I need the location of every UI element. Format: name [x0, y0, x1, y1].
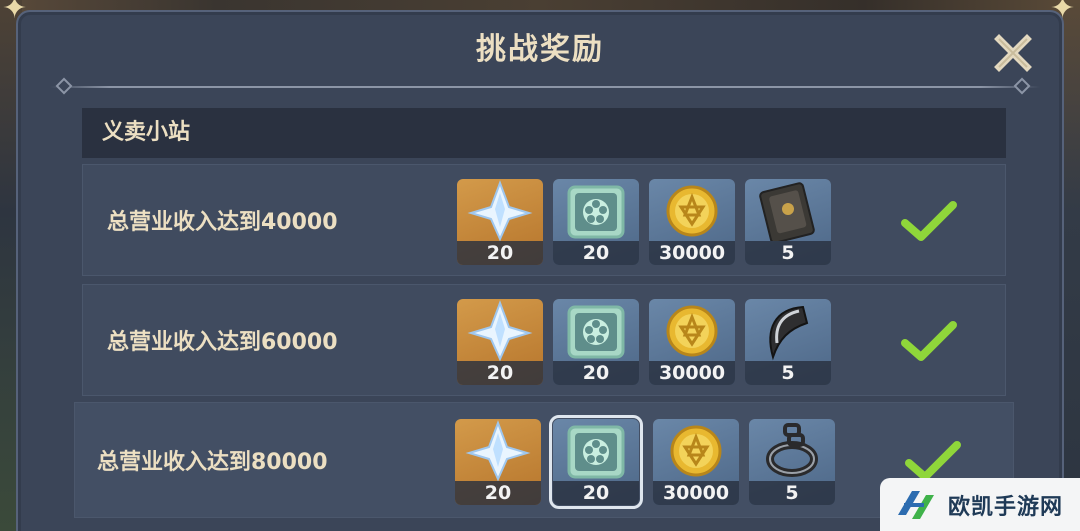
reward-count: 20 — [457, 361, 543, 385]
reward-count: 30000 — [649, 241, 735, 265]
chain-material-icon — [766, 423, 818, 477]
primogem-icon — [465, 420, 531, 481]
reward-item-event-token[interactable]: 20 — [553, 299, 639, 385]
reward-item-mora[interactable]: 30000 — [653, 419, 739, 505]
watermark-logo-icon — [898, 490, 934, 519]
reward-item-book[interactable]: 5 — [745, 179, 831, 265]
reward-count: 20 — [455, 481, 541, 505]
watermark-text: 欧凯手游网 — [948, 494, 1064, 520]
reward-count: 20 — [553, 361, 639, 385]
mora-icon — [666, 185, 718, 237]
event-token-icon — [567, 425, 625, 479]
primogem-icon — [467, 180, 533, 241]
reward-row: 总营业收入达到40000 20 20 30000 5 — [82, 164, 1006, 276]
reward-count: 30000 — [653, 481, 739, 505]
close-button[interactable] — [990, 30, 1036, 76]
mora-icon — [670, 425, 722, 477]
reward-item-mora[interactable]: 30000 — [649, 299, 735, 385]
site-watermark: 欧凯手游网 — [880, 478, 1080, 531]
primogem-icon — [467, 300, 533, 361]
reward-item-primogem[interactable]: 20 — [457, 179, 543, 265]
completed-check-icon — [901, 321, 957, 361]
reward-count: 30000 — [649, 361, 735, 385]
reward-count: 5 — [745, 241, 831, 265]
event-token-icon — [567, 185, 625, 239]
reward-count: 5 — [749, 481, 835, 505]
reward-item-primogem[interactable]: 20 — [455, 419, 541, 505]
reward-count: 20 — [553, 241, 639, 265]
reward-count: 20 — [457, 241, 543, 265]
completed-check-icon — [901, 201, 957, 241]
horn-material-icon — [769, 305, 809, 361]
dialog-title: 挑战奖励 — [476, 32, 604, 67]
reward-count: 20 — [553, 481, 639, 505]
title-divider — [50, 86, 1040, 88]
reward-item-event-token[interactable]: 20 — [553, 179, 639, 265]
mystic-book-icon — [759, 182, 815, 241]
reward-row: 总营业收入达到60000 20 20 30000 5 — [82, 284, 1006, 396]
row-goal-label: 总营业收入达到80000 — [97, 450, 328, 475]
reward-row: 总营业收入达到80000 20 20 30000 5 — [74, 402, 1014, 518]
reward-count: 5 — [745, 361, 831, 385]
reward-item-horn[interactable]: 5 — [745, 299, 831, 385]
row-goal-label: 总营业收入达到40000 — [107, 210, 338, 235]
event-token-icon — [567, 305, 625, 359]
completed-check-icon — [905, 441, 961, 481]
reward-item-chain[interactable]: 5 — [749, 419, 835, 505]
row-goal-label: 总营业收入达到60000 — [107, 330, 338, 355]
reward-item-event-token[interactable]: 20 — [549, 415, 643, 509]
section-header: 义卖小站 — [82, 108, 1006, 158]
reward-item-primogem[interactable]: 20 — [457, 299, 543, 385]
reward-item-mora[interactable]: 30000 — [649, 179, 735, 265]
close-icon — [994, 34, 1032, 72]
mora-icon — [666, 305, 718, 357]
